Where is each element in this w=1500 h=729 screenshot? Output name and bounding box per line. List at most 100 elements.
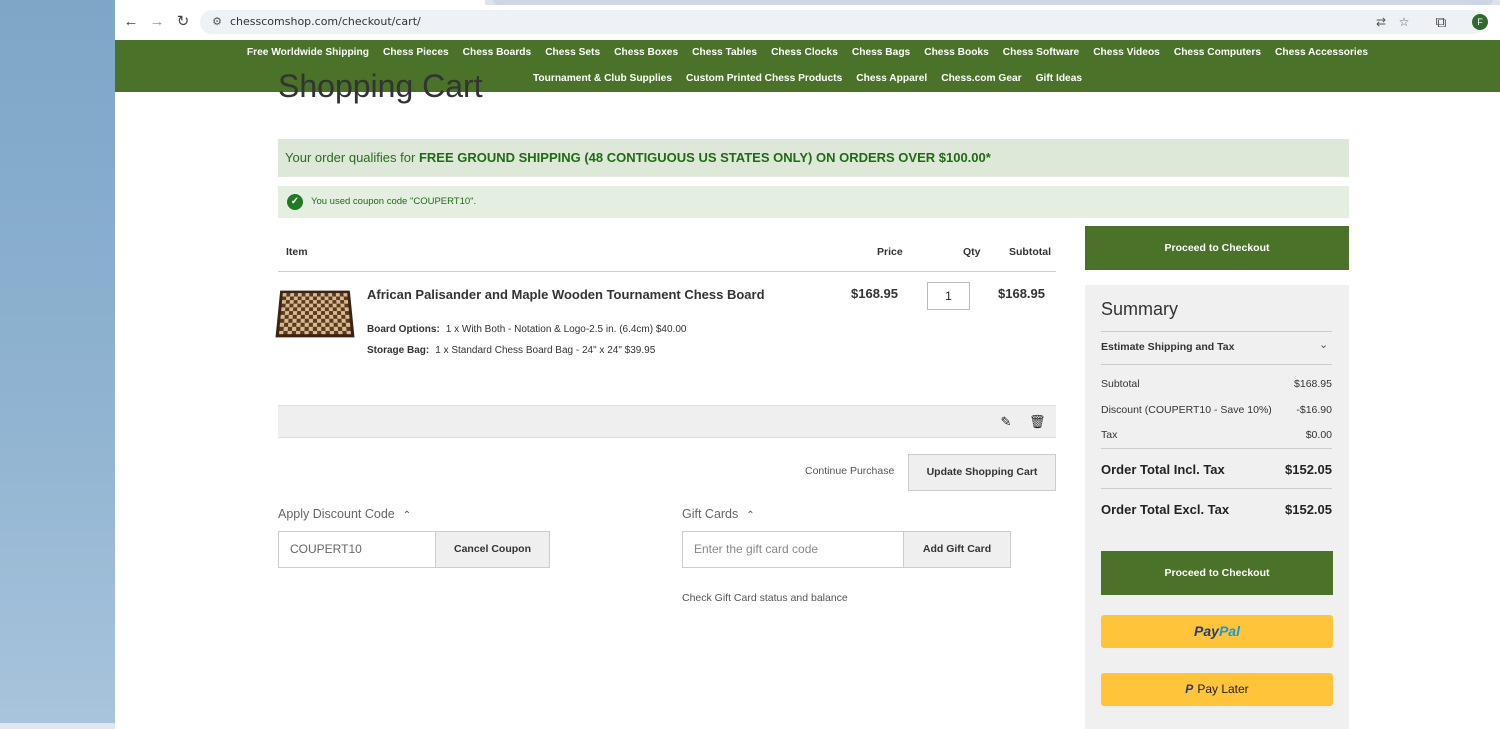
- discount-section-toggle[interactable]: Apply Discount Code ⌃: [278, 507, 411, 521]
- nav-link[interactable]: Chess Boxes: [614, 46, 678, 59]
- page-title: Shopping Cart: [278, 68, 483, 104]
- proceed-checkout-button-top[interactable]: Proceed to Checkout: [1085, 226, 1349, 270]
- row-label: Subtotal: [1101, 378, 1140, 390]
- order-summary: Summary Estimate Shipping and Tax ⌄ Subt…: [1085, 285, 1349, 729]
- order-total-incl-tax: Order Total Incl. Tax $152.05: [1101, 462, 1332, 477]
- nav-link[interactable]: Gift Ideas: [1036, 72, 1082, 85]
- nav-link[interactable]: Custom Printed Chess Products: [686, 72, 842, 85]
- nav-link[interactable]: Chess Accessories: [1275, 46, 1368, 59]
- header-qty: Qty: [963, 246, 981, 258]
- taskbar-strip: [0, 723, 115, 729]
- browser-window: ← → ↻ ⚙ chesscomshop.com/checkout/cart/ …: [115, 0, 1500, 729]
- item-subtotal: $168.95: [998, 286, 1045, 301]
- nav-link[interactable]: Chess Apparel: [856, 72, 927, 85]
- order-total-excl-tax: Order Total Excl. Tax $152.05: [1101, 502, 1332, 517]
- site-info-icon[interactable]: ⚙: [210, 15, 224, 29]
- chevron-down-icon[interactable]: ⌄: [1319, 338, 1328, 351]
- discount-code-input[interactable]: COUPERT10: [278, 531, 436, 568]
- continue-purchase-link[interactable]: Continue Purchase: [805, 465, 894, 477]
- discount-label: Apply Discount Code: [278, 507, 395, 521]
- header-subtotal: Subtotal: [1009, 246, 1051, 258]
- option-value: 1 x With Both - Notation & Logo-2.5 in. …: [445, 324, 687, 335]
- product-image[interactable]: [275, 290, 355, 338]
- trash-icon[interactable]: 🗑: [1029, 414, 1046, 430]
- estimate-shipping-toggle[interactable]: Estimate Shipping and Tax: [1101, 341, 1234, 353]
- nav-link[interactable]: Chess Videos: [1093, 46, 1160, 59]
- address-bar[interactable]: ⚙ chesscomshop.com/checkout/cart/ ⇄ ☆: [200, 10, 1485, 34]
- total-label: Order Total Excl. Tax: [1101, 502, 1230, 517]
- update-cart-button[interactable]: Update Shopping Cart: [908, 454, 1056, 491]
- option-label: Storage Bag:: [367, 345, 430, 356]
- paypal-button[interactable]: PayPal: [1101, 615, 1333, 648]
- nav-row-primary: Free Worldwide Shipping Chess Pieces Chess…: [115, 46, 1500, 59]
- gift-card-status-link[interactable]: Check Gift Card status and balance: [682, 592, 848, 604]
- nav-link[interactable]: Chess Bags: [852, 46, 910, 59]
- quantity-input[interactable]: 1: [927, 282, 970, 310]
- header-item: Item: [286, 246, 308, 258]
- cancel-coupon-button[interactable]: Cancel Coupon: [435, 531, 550, 568]
- profile-avatar[interactable]: F: [1472, 14, 1488, 30]
- nav-link[interactable]: Chess Boards: [463, 46, 532, 59]
- chevron-up-icon: ⌃: [746, 510, 755, 521]
- bookmark-star-icon[interactable]: ☆: [1396, 14, 1412, 30]
- nav-link[interactable]: Chess Clocks: [771, 46, 838, 59]
- edit-pencil-icon[interactable]: ✎: [998, 414, 1014, 430]
- proceed-checkout-button-bottom[interactable]: Proceed to Checkout: [1101, 551, 1333, 595]
- cart-page: Shopping Cart Your order qualifies for F…: [115, 68, 1500, 729]
- extensions-icon[interactable]: ⧉: [1431, 12, 1451, 34]
- giftcard-label: Gift Cards: [682, 507, 739, 521]
- row-label: Discount (COUPERT10 - Save 10%): [1101, 404, 1272, 416]
- header-price: Price: [877, 246, 903, 258]
- row-value: $168.95: [1294, 378, 1332, 390]
- divider: [1101, 364, 1332, 365]
- reload-icon[interactable]: ↻: [173, 11, 193, 33]
- paypal-p-icon: P: [1185, 682, 1194, 696]
- nav-link[interactable]: Chess.com Gear: [941, 72, 1021, 85]
- add-gift-card-button[interactable]: Add Gift Card: [903, 531, 1011, 568]
- browser-toolbar: ← → ↻ ⚙ chesscomshop.com/checkout/cart/ …: [115, 5, 1500, 40]
- product-name[interactable]: African Palisander and Maple Wooden Tour…: [367, 287, 765, 302]
- summary-row-discount: Discount (COUPERT10 - Save 10%) -$16.90: [1101, 404, 1332, 416]
- chevron-up-icon: ⌃: [402, 510, 412, 521]
- banner-bold: FREE GROUND SHIPPING (48 CONTIGUOUS US S…: [418, 150, 991, 165]
- nav-link[interactable]: Chess Tables: [692, 46, 757, 59]
- product-option: Storage Bag: 1 x Standard Chess Board Bag…: [367, 345, 655, 356]
- option-label: Board Options:: [367, 324, 440, 335]
- back-icon[interactable]: ←: [121, 11, 141, 33]
- nav-link[interactable]: Tournament & Club Supplies: [533, 72, 672, 85]
- summary-title: Summary: [1101, 299, 1179, 319]
- nav-link[interactable]: Free Worldwide Shipping: [247, 46, 369, 59]
- summary-row-tax: Tax $0.00: [1101, 429, 1332, 441]
- row-value: -$16.90: [1296, 404, 1332, 416]
- translate-icon[interactable]: ⇄: [1373, 14, 1389, 30]
- banner-prefix: Your order qualifies for: [285, 150, 419, 165]
- free-shipping-banner: Your order qualifies for FREE GROUND SHI…: [278, 139, 1349, 177]
- paypal-logo-pal: Pal: [1218, 623, 1240, 639]
- nav-link[interactable]: Chess Computers: [1174, 46, 1261, 59]
- nav-link[interactable]: Chess Pieces: [383, 46, 449, 59]
- divider: [1101, 488, 1332, 489]
- nav-link[interactable]: Chess Books: [924, 46, 989, 59]
- giftcard-section-toggle[interactable]: Gift Cards ⌃: [682, 507, 755, 521]
- summary-row-subtotal: Subtotal $168.95: [1101, 378, 1332, 390]
- coupon-message-text: You used coupon code "COUPERT10".: [311, 196, 477, 207]
- coupon-success-message: ✓ You used coupon code "COUPERT10".: [278, 186, 1349, 218]
- paypal-pay-later-button[interactable]: P Pay Later: [1101, 673, 1333, 706]
- divider: [1101, 448, 1332, 449]
- cart-table-header: Item Price Qty Subtotal: [278, 232, 1056, 272]
- nav-link[interactable]: Chess Software: [1003, 46, 1079, 59]
- divider: [1101, 331, 1332, 332]
- total-value: $152.05: [1285, 462, 1332, 477]
- option-value: 1 x Standard Chess Board Bag - 24" x 24"…: [435, 345, 656, 356]
- total-label: Order Total Incl. Tax: [1101, 462, 1225, 477]
- gift-card-input[interactable]: Enter the gift card code: [682, 531, 904, 568]
- check-circle-icon: ✓: [287, 194, 303, 210]
- total-value: $152.05: [1285, 502, 1332, 517]
- url-text[interactable]: chesscomshop.com/checkout/cart/: [230, 10, 421, 34]
- desktop-background: [0, 0, 115, 729]
- forward-icon[interactable]: →: [147, 11, 167, 33]
- item-actions-bar: ✎ 🗑: [278, 405, 1056, 438]
- paypal-logo-pay: Pay: [1194, 623, 1219, 639]
- item-price: $168.95: [851, 286, 898, 301]
- nav-link[interactable]: Chess Sets: [545, 46, 600, 59]
